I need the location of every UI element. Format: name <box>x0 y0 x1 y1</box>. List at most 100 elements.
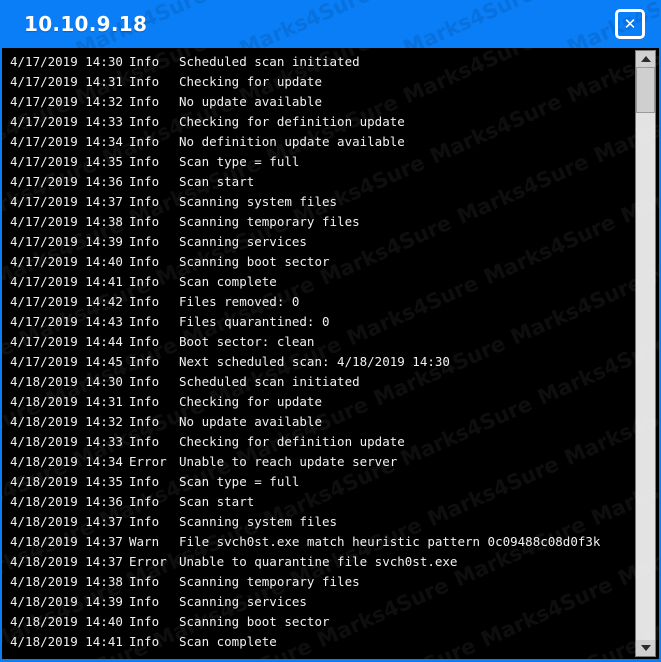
log-row-level: Info <box>129 394 160 409</box>
log-row-message: Unable to reach update server <box>179 454 398 469</box>
log-row[interactable]: 4/17/2019 14:42 Info Files removed: 0 <box>2 292 633 312</box>
log-row[interactable]: 4/17/2019 14:40 Info Scanning boot sector <box>2 252 633 272</box>
page-title: 10.10.9.18 <box>24 12 148 36</box>
log-row-message: Checking for definition update <box>179 434 405 449</box>
log-row[interactable]: 4/17/2019 14:36 Info Scan start <box>2 172 633 192</box>
log-row-message: Scan complete <box>179 634 277 649</box>
log-row-message: Boot sector: clean <box>179 334 315 349</box>
watermark-text: Marks4Sure <box>263 38 427 48</box>
log-row-level: Info <box>129 434 160 449</box>
log-row[interactable]: 4/17/2019 14:44 Info Boot sector: clean <box>2 332 633 352</box>
log-row-level: Info <box>129 194 160 209</box>
log-row-date: 4/17/2019 14:31 <box>10 74 123 89</box>
log-row[interactable]: 4/17/2019 14:45 Info Next scheduled scan: … <box>2 352 633 372</box>
log-row[interactable]: 4/17/2019 14:33 Info Checking for definiti… <box>2 112 633 132</box>
log-row-level: Info <box>129 214 160 229</box>
log-row[interactable]: 4/17/2019 14:35 Info Scan type = full <box>2 152 633 172</box>
log-row-date: 4/18/2019 14:30 <box>10 374 123 389</box>
watermark-text: Marks4Sure <box>99 39 263 48</box>
log-row-message: Scanning system files <box>179 514 338 529</box>
log-row[interactable]: 4/18/2019 14:38 Info Scanning temporary fi… <box>2 572 633 592</box>
log-row-date: 4/17/2019 14:41 <box>10 274 123 289</box>
log-area: Marks4Sure Marks4Sure Marks4Sure Marks4Sure… <box>2 48 659 659</box>
log-row[interactable]: 4/17/2019 14:37 Info Scanning system files <box>2 192 633 212</box>
log-row-message: Checking for definition update <box>179 114 405 129</box>
log-row[interactable]: 4/17/2019 14:31 Info Checking for update <box>2 72 633 92</box>
log-row-message: Next scheduled scan: 4/18/2019 14:30 <box>179 354 450 369</box>
log-row[interactable]: 4/18/2019 14:37 Error Unable to quarantine… <box>2 552 633 572</box>
watermark-text: Marks4Sure <box>209 0 373 39</box>
log-row-date: 4/18/2019 14:41 <box>10 634 123 649</box>
log-row-date: 4/18/2019 14:40 <box>10 614 123 629</box>
log-row-level: Info <box>129 154 160 169</box>
log-row-message: Files quarantined: 0 <box>179 314 330 329</box>
chevron-down-icon <box>640 645 651 651</box>
log-row-message: Scan type = full <box>179 474 300 489</box>
log-row-date: 4/17/2019 14:30 <box>10 54 123 69</box>
log-row-date: 4/18/2019 14:36 <box>10 494 123 509</box>
log-row[interactable]: 4/18/2019 14:32 Info No update available <box>2 412 633 432</box>
log-row-level: Info <box>129 114 160 129</box>
log-row-message: Checking for update <box>179 394 322 409</box>
log-row-date: 4/17/2019 14:32 <box>10 94 123 109</box>
log-row[interactable]: 4/18/2019 14:30 Info Scheduled scan initia… <box>2 372 633 392</box>
log-row-message: Scan type = full <box>179 154 300 169</box>
log-row-date: 4/18/2019 14:32 <box>10 414 123 429</box>
log-row-date: 4/17/2019 14:43 <box>10 314 123 329</box>
log-row-message: Unable to quarantine file svch0st.exe <box>179 554 458 569</box>
log-row[interactable]: 4/18/2019 14:31 Info Checking for update <box>2 392 633 412</box>
log-row-level: Info <box>129 374 160 389</box>
log-row-date: 4/17/2019 14:44 <box>10 334 123 349</box>
log-row[interactable]: 4/17/2019 14:39 Info Scanning services <box>2 232 633 252</box>
log-row[interactable]: 4/18/2019 14:39 Info Scanning services <box>2 592 633 612</box>
log-row-date: 4/17/2019 14:40 <box>10 254 123 269</box>
log-row-level: Info <box>129 514 160 529</box>
scrollbar-thumb[interactable] <box>636 67 655 113</box>
log-row-date: 4/18/2019 14:38 <box>10 574 123 589</box>
log-row-message: No definition update available <box>179 134 405 149</box>
close-icon: ✕ <box>623 14 637 33</box>
log-row-date: 4/17/2019 14:35 <box>10 154 123 169</box>
log-row-message: Scheduled scan initiated <box>179 54 360 69</box>
log-row[interactable]: 4/17/2019 14:41 Info Scan complete <box>2 272 633 292</box>
log-row[interactable]: 4/18/2019 14:40 Info Scanning boot sector <box>2 612 633 632</box>
watermark-text: Marks4Sure <box>235 0 375 48</box>
log-row[interactable]: 4/17/2019 14:30 Info Scheduled scan initia… <box>2 52 633 72</box>
log-row[interactable]: 4/18/2019 14:33 Info Checking for definiti… <box>2 432 633 452</box>
log-row[interactable]: 4/18/2019 14:41 Info Scan complete <box>2 632 633 652</box>
log-list[interactable]: 4/17/2019 14:30 Info Scheduled scan initia… <box>2 48 633 659</box>
close-button[interactable]: ✕ <box>615 9 645 39</box>
log-row[interactable]: 4/17/2019 14:32 Info No update available <box>2 92 633 112</box>
log-row-level: Error <box>129 454 167 469</box>
log-row[interactable]: 4/18/2019 14:37 Info Scanning system files <box>2 512 633 532</box>
log-row[interactable]: 4/18/2019 14:34 Error Unable to reach upda… <box>2 452 633 472</box>
log-row-date: 4/17/2019 14:39 <box>10 234 123 249</box>
log-row-level: Info <box>129 294 160 309</box>
log-row[interactable]: 4/17/2019 14:38 Info Scanning temporary fi… <box>2 212 633 232</box>
log-row[interactable]: 4/17/2019 14:34 Info No definition update … <box>2 132 633 152</box>
window-titlebar: Marks4Sure Marks4Sure Marks4Sure Marks4Sure… <box>2 0 659 48</box>
log-row[interactable]: 4/18/2019 14:36 Info Scan start <box>2 492 633 512</box>
log-row-level: Info <box>129 94 160 109</box>
log-row-level: Info <box>129 614 160 629</box>
log-row[interactable]: 4/17/2019 14:43 Info Files quarantined: 0 <box>2 312 633 332</box>
log-row-message: Scanning temporary files <box>179 214 360 229</box>
log-viewer-window: Marks4Sure Marks4Sure Marks4Sure Marks4Sure… <box>0 0 661 662</box>
scroll-down-button[interactable] <box>636 640 655 656</box>
log-row[interactable]: 4/18/2019 14:37 Warn File svch0st.exe matc… <box>2 532 633 552</box>
log-row-date: 4/18/2019 14:33 <box>10 434 123 449</box>
log-row-date: 4/17/2019 14:37 <box>10 194 123 209</box>
log-row-message: Scan start <box>179 494 255 509</box>
log-row-level: Info <box>129 594 160 609</box>
log-row-level: Info <box>129 494 160 509</box>
log-row-level: Info <box>129 274 160 289</box>
log-row-date: 4/18/2019 14:37 <box>10 554 123 569</box>
scrollbar-track[interactable] <box>636 67 655 640</box>
log-row-message: Files removed: 0 <box>179 294 300 309</box>
log-row-level: Info <box>129 174 160 189</box>
log-row-level: Info <box>129 474 160 489</box>
log-row[interactable]: 4/18/2019 14:35 Info Scan type = full <box>2 472 633 492</box>
vertical-scrollbar[interactable] <box>635 50 656 657</box>
log-row-message: Scan start <box>179 174 255 189</box>
scroll-up-button[interactable] <box>636 51 655 67</box>
